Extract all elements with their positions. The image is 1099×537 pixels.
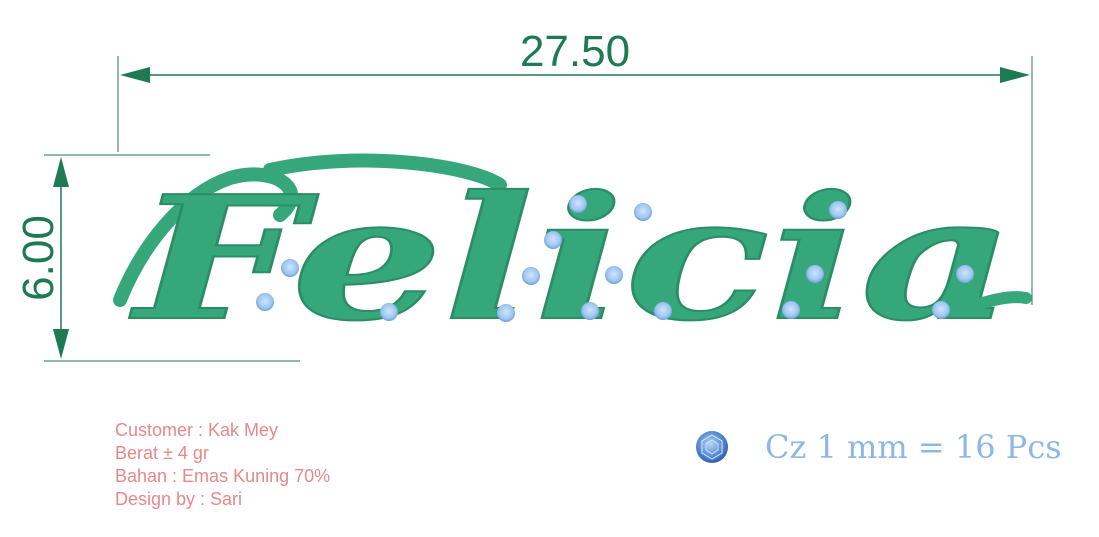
stone-icon [581, 302, 599, 320]
order-info: Customer : Kak Mey Berat ± 4 gr Bahan : … [115, 419, 330, 511]
material-line: Bahan : Emas Kuning 70% [115, 466, 331, 486]
stone-icon [829, 201, 847, 219]
stone-icon [522, 267, 540, 285]
stone-icon [782, 301, 800, 319]
gem-icon [696, 431, 728, 463]
stone-icon [932, 301, 950, 319]
name-lettering: Felicia [129, 159, 1015, 359]
pendant-name: Felicia [113, 153, 1032, 360]
width-label: 27.50 [520, 27, 630, 76]
weight-line: Berat ± 4 gr [115, 443, 209, 463]
stone-icon [544, 231, 562, 249]
designer-line: Design by : Sari [115, 489, 243, 509]
stone-icon [806, 265, 824, 283]
customer-line: Customer : Kak Mey [115, 420, 279, 440]
up-arrow-icon [53, 157, 69, 187]
stone-icon [956, 265, 974, 283]
stone-count-label: Cz 1 mm = 16 Pcs [765, 428, 1062, 466]
stone-icon [281, 259, 299, 277]
down-arrow-icon [53, 329, 69, 359]
height-label: 6.00 [14, 215, 63, 301]
stone-legend: Cz 1 mm = 16 Pcs [695, 428, 1062, 466]
stone-icon [654, 302, 672, 320]
stone-icon [256, 293, 274, 311]
stone-icon [380, 303, 398, 321]
right-arrow-icon [1000, 67, 1030, 83]
stone-icon [634, 203, 652, 221]
stone-icon [605, 266, 623, 284]
stone-icon [497, 304, 515, 322]
left-arrow-icon [120, 67, 150, 83]
stone-icon [569, 195, 587, 213]
